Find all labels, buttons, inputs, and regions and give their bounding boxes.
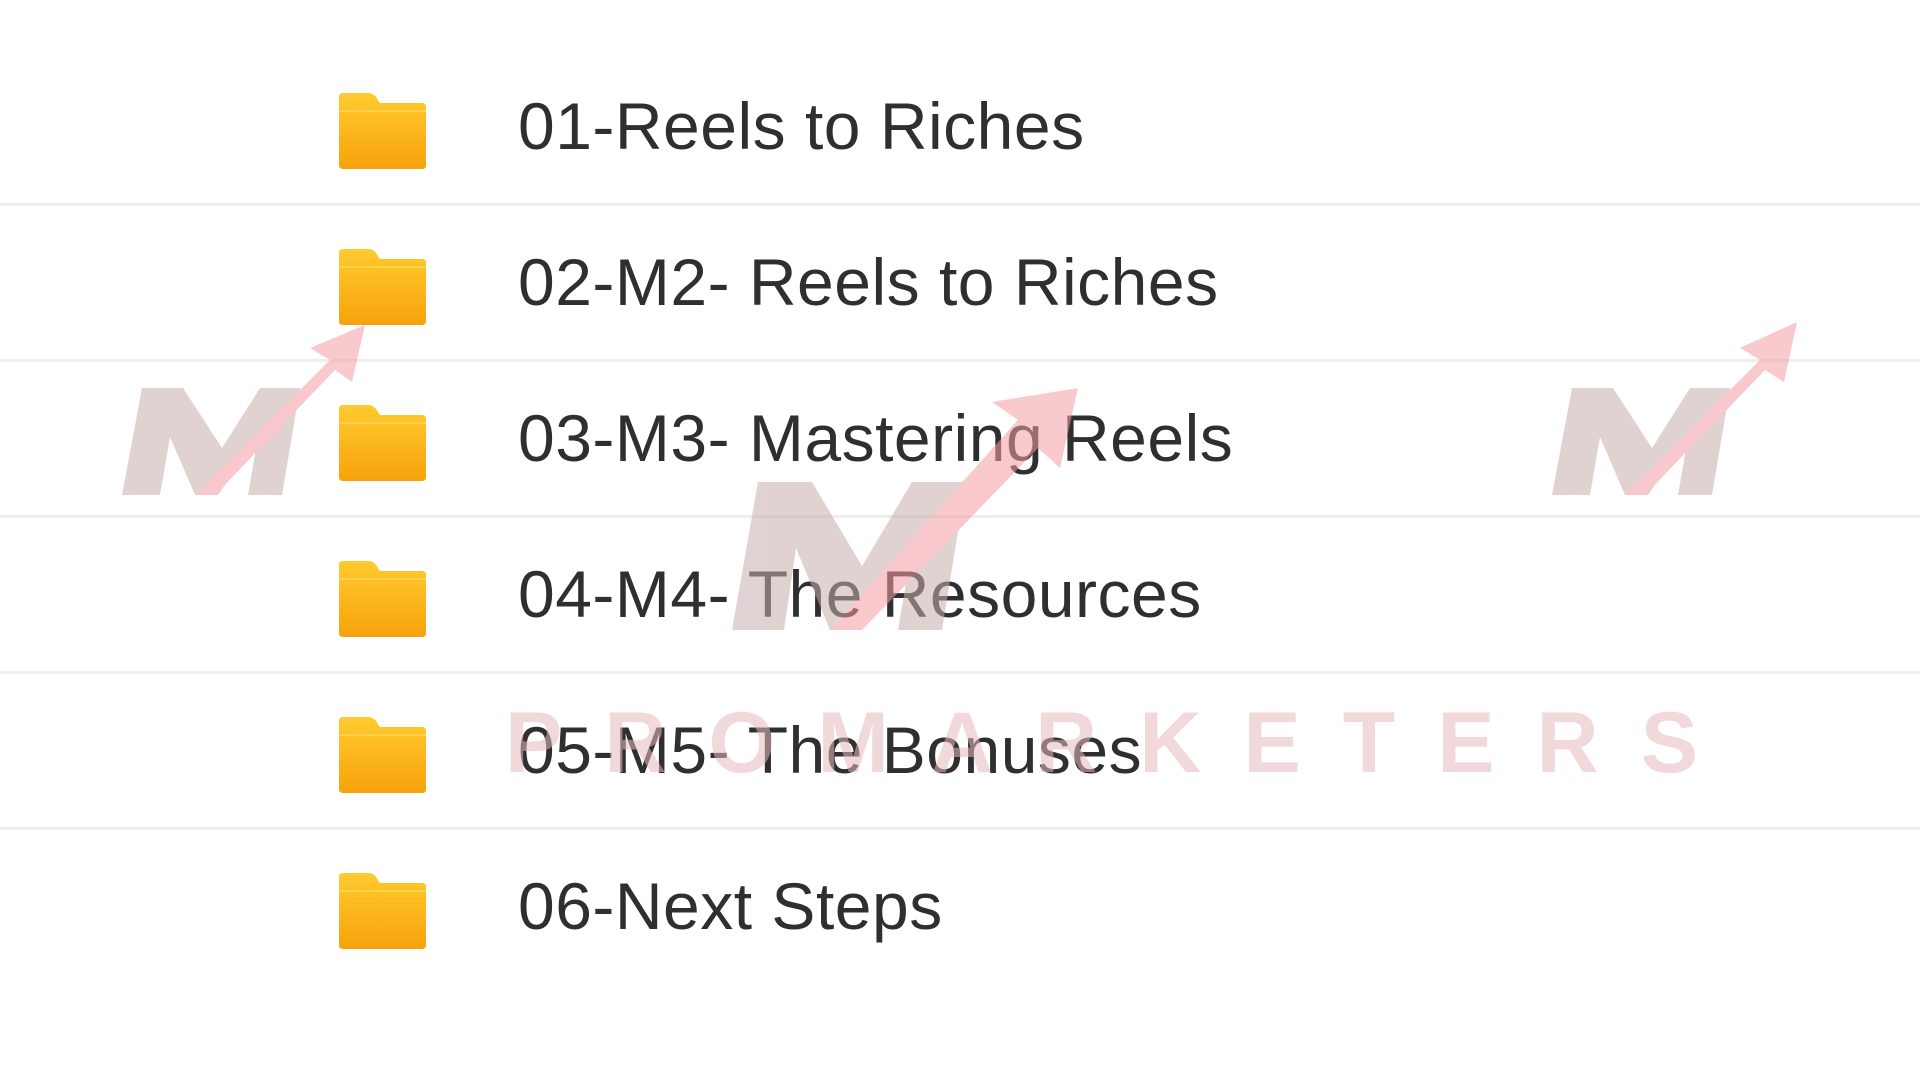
file-browser: 01-Reels to Riches 02-M2- Reels to Riche… — [0, 0, 1920, 1080]
folder-icon — [339, 405, 426, 481]
list-item[interactable]: 05-M5- The Bonuses — [0, 674, 1920, 830]
folder-icon — [339, 873, 426, 949]
folder-name: 02-M2- Reels to Riches — [518, 245, 1219, 319]
folder-icon — [339, 717, 426, 793]
folder-name: 01-Reels to Riches — [518, 89, 1085, 163]
list-item[interactable]: 02-M2- Reels to Riches — [0, 206, 1920, 362]
folder-list: 01-Reels to Riches 02-M2- Reels to Riche… — [0, 50, 1920, 983]
folder-icon — [339, 93, 426, 169]
list-item[interactable]: 03-M3- Mastering Reels — [0, 362, 1920, 518]
list-item[interactable]: 01-Reels to Riches — [0, 50, 1920, 206]
list-item[interactable]: 06-Next Steps — [0, 830, 1920, 983]
folder-name: 06-Next Steps — [518, 869, 943, 943]
folder-icon — [339, 561, 426, 637]
folder-name: 03-M3- Mastering Reels — [518, 401, 1234, 475]
folder-name: 05-M5- The Bonuses — [518, 713, 1143, 787]
folder-icon — [339, 249, 426, 325]
list-item[interactable]: 04-M4- The Resources — [0, 518, 1920, 674]
folder-name: 04-M4- The Resources — [518, 557, 1202, 631]
